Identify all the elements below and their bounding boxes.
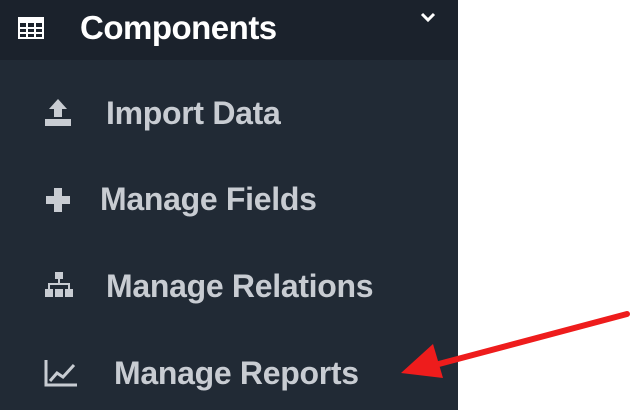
menu-item-label: Manage Reports [114, 355, 359, 391]
menu-item-manage-reports[interactable]: Manage Reports [0, 342, 458, 402]
menu-item-label: Manage Fields [100, 181, 317, 217]
menu-item-label: Manage Relations [106, 268, 374, 304]
upload-icon [45, 99, 71, 126]
line-chart-icon [44, 360, 77, 387]
menu-item-import-data[interactable]: Import Data [0, 83, 458, 143]
screenshot-canvas: Components Import Data Manage Fields Man… [0, 0, 638, 410]
menu-item-manage-fields[interactable]: Manage Fields [0, 169, 458, 229]
plus-icon [46, 188, 70, 212]
chevron-down-icon[interactable] [418, 10, 438, 26]
sitemap-icon [45, 272, 73, 297]
components-menu-header[interactable]: Components [0, 0, 458, 60]
menu-item-manage-relations[interactable]: Manage Relations [0, 255, 458, 315]
sidebar-menu: Components Import Data Manage Fields Man… [0, 0, 458, 410]
annotation-arrow [401, 311, 630, 378]
components-menu-title: Components [80, 9, 277, 46]
menu-item-label: Import Data [106, 95, 281, 131]
table-grid-icon [18, 17, 44, 39]
